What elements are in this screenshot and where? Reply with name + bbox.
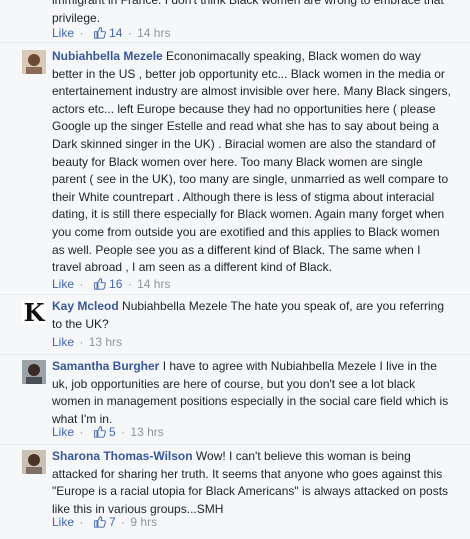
separator-dot: · [79, 26, 84, 40]
reaction-count-value: 7 [109, 515, 116, 529]
divider [0, 42, 470, 43]
comment-body: immigrant in France. I don't think Black… [52, 0, 452, 27]
thumbs-up-icon [93, 27, 106, 39]
divider [0, 444, 470, 445]
comment-actions: Like · 7 · 9 hrs [52, 515, 157, 529]
separator-dot: · [121, 515, 126, 529]
separator-dot: · [79, 335, 84, 349]
timestamp[interactable]: 14 hrs [137, 277, 170, 291]
reaction-count-value: 16 [109, 277, 123, 291]
author-name[interactable]: Samantha Burgher [52, 359, 159, 373]
author-name[interactable]: Kay Mcleod [52, 299, 119, 313]
timestamp[interactable]: 9 hrs [130, 515, 157, 529]
reaction-count[interactable]: 5 [89, 425, 119, 439]
comment-text: Econonimacally speaking, Black women do … [52, 49, 451, 275]
reaction-count-value: 5 [109, 425, 116, 439]
like-button[interactable]: Like [52, 26, 74, 40]
reaction-count[interactable]: 7 [89, 515, 119, 529]
like-button[interactable]: Like [52, 425, 74, 439]
thumbs-up-icon [93, 278, 106, 290]
avatar[interactable] [22, 50, 46, 74]
timestamp[interactable]: 13 hrs [130, 425, 163, 439]
thumbs-up-icon [93, 426, 106, 438]
separator-dot: · [127, 26, 132, 40]
reaction-count-value: 14 [109, 26, 123, 40]
reaction-count[interactable]: 16 [89, 277, 126, 291]
divider [0, 354, 470, 355]
divider [0, 294, 470, 295]
avatar[interactable]: K [22, 300, 46, 324]
comment-actions: Like · 13 hrs [52, 335, 122, 349]
like-button[interactable]: Like [52, 335, 74, 349]
timestamp[interactable]: 14 hrs [137, 26, 170, 40]
avatar[interactable] [22, 360, 46, 384]
separator-dot: · [79, 425, 84, 439]
like-button[interactable]: Like [52, 515, 74, 529]
comment-body: Kay Mcleod Nubiahbella Mezele The hate y… [52, 298, 452, 333]
comment-actions: Like · 5 · 13 hrs [52, 425, 164, 439]
timestamp[interactable]: 13 hrs [89, 335, 122, 349]
comment-text: immigrant in France. I don't think Black… [52, 0, 444, 25]
separator-dot: · [79, 515, 84, 529]
author-name[interactable]: Nubiahbella Mezele [52, 49, 163, 63]
author-name[interactable]: Sharona Thomas-Wilson [52, 449, 193, 463]
thumbs-up-icon [93, 516, 106, 528]
comment-actions: Like · 14 · 14 hrs [52, 26, 170, 40]
comment-actions: Like · 16 · 14 hrs [52, 277, 170, 291]
like-button[interactable]: Like [52, 277, 74, 291]
separator-dot: · [79, 277, 84, 291]
avatar[interactable] [22, 450, 46, 474]
separator-dot: · [121, 425, 126, 439]
comment-body: Samantha Burgher I have to agree with Nu… [52, 358, 452, 428]
comment-body: Sharona Thomas-Wilson Wow! I can't belie… [52, 448, 452, 518]
reaction-count[interactable]: 14 [89, 26, 126, 40]
comment-body: Nubiahbella Mezele Econonimacally speaki… [52, 48, 452, 277]
separator-dot: · [127, 277, 132, 291]
